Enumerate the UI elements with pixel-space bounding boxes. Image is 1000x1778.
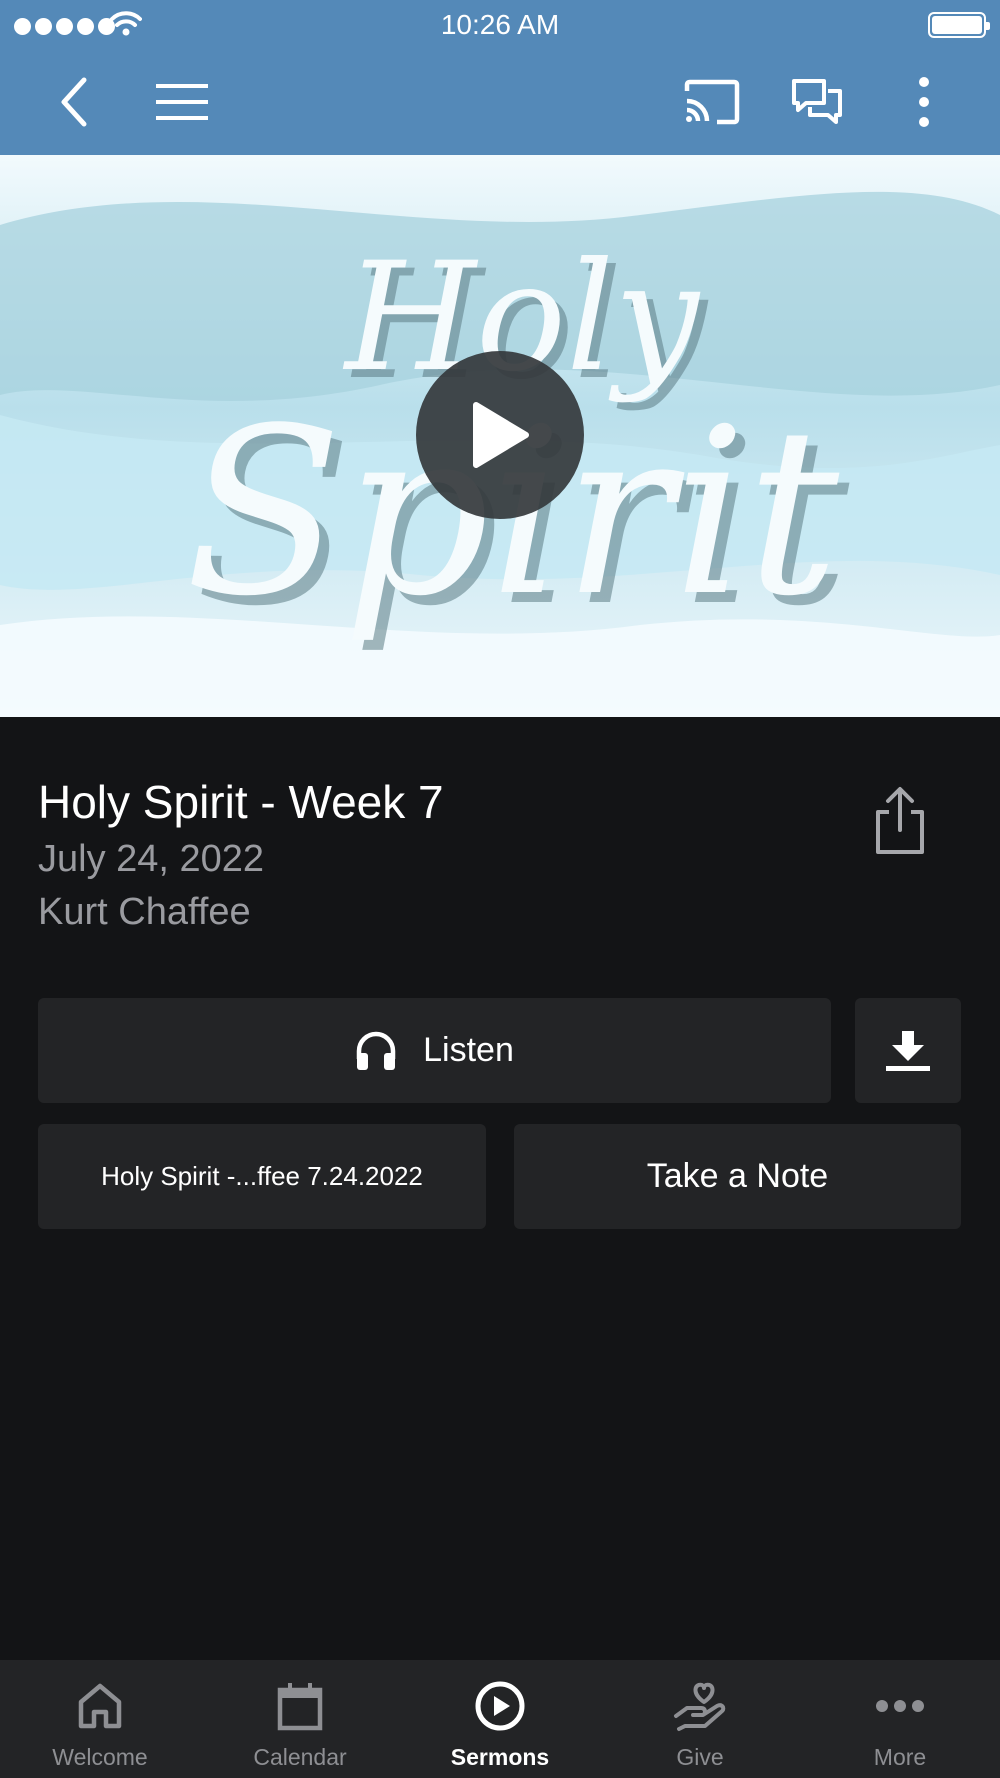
back-icon xyxy=(61,77,87,127)
cast-button[interactable] xyxy=(680,70,744,134)
chat-icon xyxy=(792,79,842,124)
take-a-note-button[interactable]: Take a Note xyxy=(514,1124,961,1229)
headphones-icon xyxy=(356,1031,396,1070)
sermon-date: July 24, 2022 xyxy=(38,838,265,880)
status-bar: 10:26 AM xyxy=(0,0,1000,50)
nav-label-calendar: Calendar xyxy=(253,1744,347,1770)
nav-label-welcome: Welcome xyxy=(52,1744,148,1770)
sermon-speaker: Kurt Chaffee xyxy=(38,891,251,933)
play-video-button[interactable] xyxy=(416,351,584,519)
share-button[interactable] xyxy=(870,786,930,856)
nav-item-sermons[interactable]: Sermons xyxy=(400,1660,600,1778)
cast-icon xyxy=(684,79,740,125)
more-vert-icon xyxy=(919,77,929,127)
nav-item-more[interactable]: More xyxy=(800,1660,1000,1778)
download-icon xyxy=(886,1030,930,1071)
nav-item-welcome[interactable]: Welcome xyxy=(0,1660,200,1778)
play-icon xyxy=(473,402,529,468)
nav-label-more: More xyxy=(873,1744,927,1770)
nav-label-sermons: Sermons xyxy=(450,1744,550,1770)
nav-item-give[interactable]: Give xyxy=(600,1660,800,1778)
sermon-notes-file-label: Holy Spirit -...ffee 7.24.2022 xyxy=(101,1161,423,1191)
sermon-notes-file-button[interactable]: Holy Spirit -...ffee 7.24.2022 xyxy=(38,1124,486,1229)
home-icon xyxy=(78,1683,122,1729)
nav-label-give: Give xyxy=(676,1744,724,1770)
download-button[interactable] xyxy=(855,998,961,1103)
sermon-artwork[interactable]: Holy Holy Spirit Spirit xyxy=(0,155,1000,717)
back-button[interactable] xyxy=(42,70,106,134)
battery-icon xyxy=(928,12,990,38)
chat-button[interactable] xyxy=(785,70,849,134)
bottom-navigation: Welcome Calendar Sermons Give More xyxy=(0,1660,1000,1778)
sermon-title: Holy Spirit - Week 7 xyxy=(38,776,444,828)
play-circle-icon xyxy=(475,1681,525,1731)
more-options-button[interactable] xyxy=(892,70,956,134)
more-horiz-icon xyxy=(876,1700,924,1712)
give-icon xyxy=(674,1682,726,1731)
listen-label: Listen xyxy=(423,1031,514,1069)
menu-icon xyxy=(156,84,208,120)
app-header: 10:26 AM xyxy=(0,0,1000,155)
take-a-note-label: Take a Note xyxy=(646,1157,829,1195)
status-time: 10:26 AM xyxy=(440,9,560,40)
listen-button[interactable]: Listen xyxy=(38,998,831,1103)
share-icon xyxy=(876,787,924,854)
nav-item-calendar[interactable]: Calendar xyxy=(200,1660,400,1778)
calendar-icon xyxy=(277,1683,323,1731)
menu-button[interactable] xyxy=(150,70,214,134)
